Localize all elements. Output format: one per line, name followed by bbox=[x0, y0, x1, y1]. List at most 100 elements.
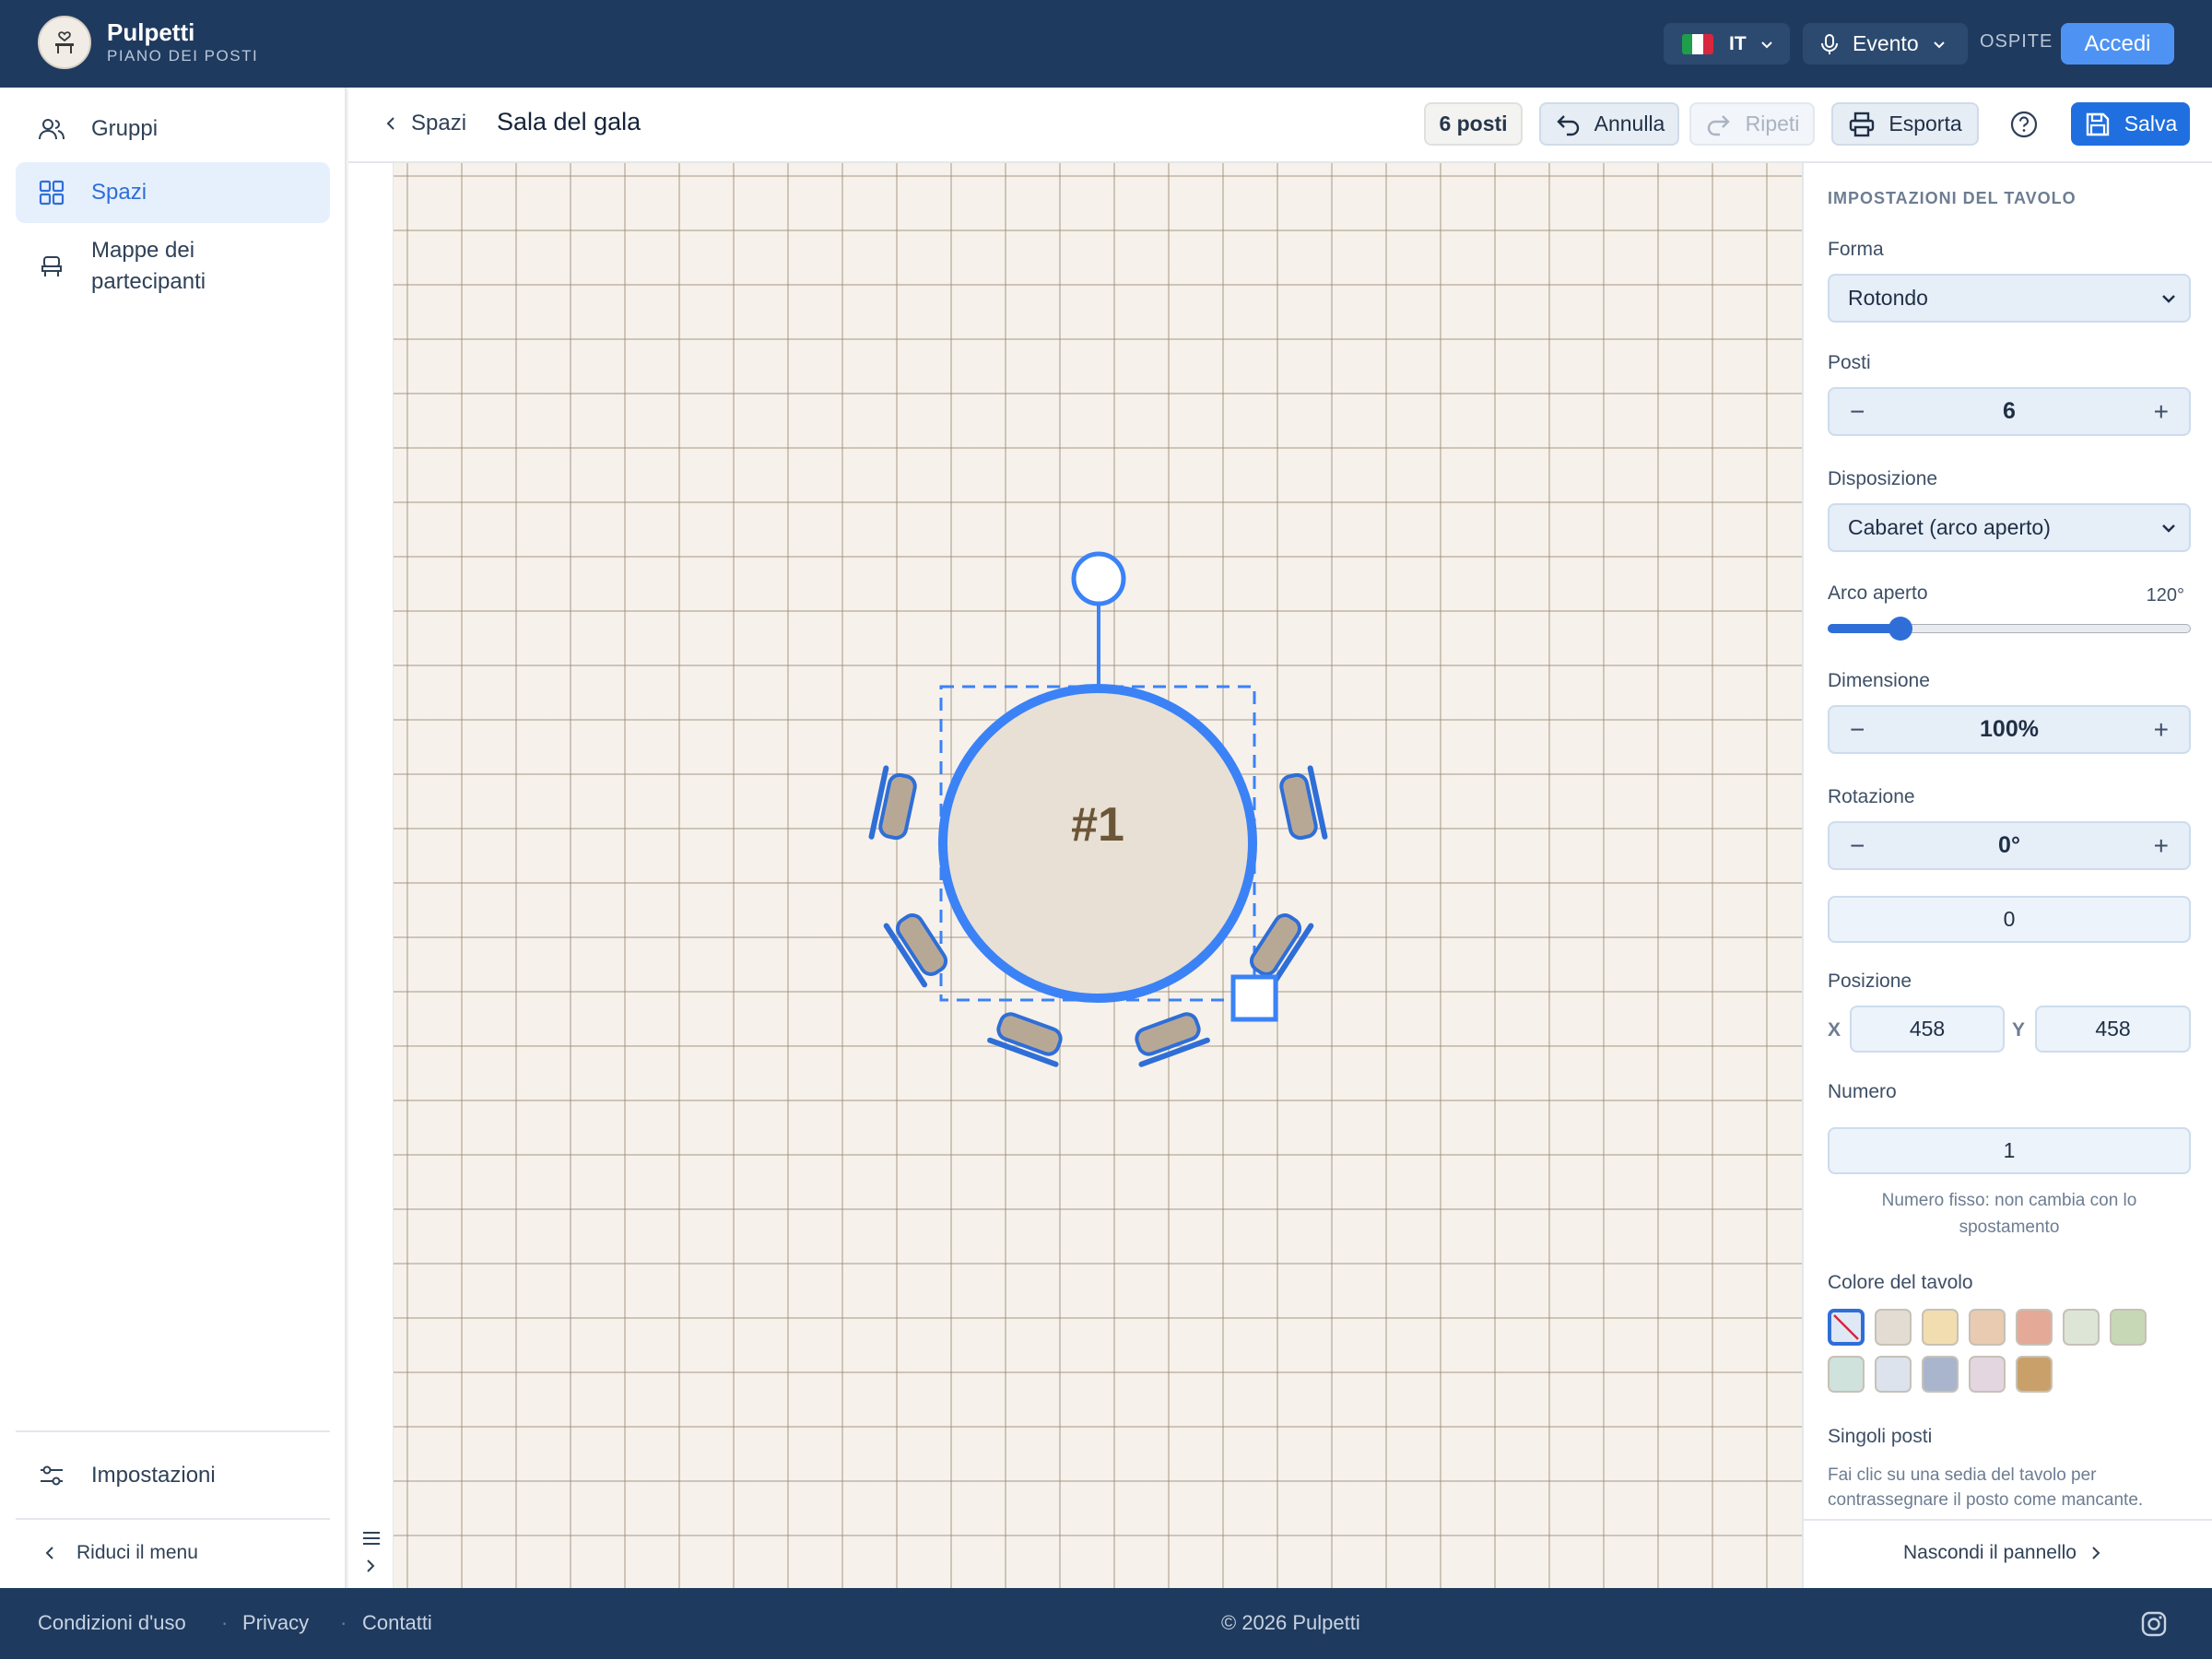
color-swatch[interactable] bbox=[2016, 1356, 2053, 1393]
chair[interactable] bbox=[1278, 765, 1328, 843]
brand[interactable]: Pulpetti PIANO DEI POSTI bbox=[38, 16, 258, 69]
chevron-left-icon bbox=[386, 117, 394, 130]
save-button[interactable]: Salva bbox=[2071, 102, 2190, 146]
size-stepper[interactable]: − 100% + bbox=[1828, 705, 2191, 754]
page-title: Sala del gala bbox=[497, 108, 641, 135]
sidebar: Gruppi Spazi Mappe dei partecipanti Impo… bbox=[0, 88, 347, 1588]
chair[interactable] bbox=[1131, 1010, 1210, 1067]
privacy-link[interactable]: Privacy bbox=[242, 1611, 309, 1635]
sidebar-item-gruppi[interactable]: Gruppi bbox=[16, 99, 330, 159]
undo-button[interactable]: Annulla bbox=[1539, 102, 1679, 146]
floor-plan-canvas[interactable]: #1 bbox=[394, 163, 1802, 1588]
position-label: Posizione bbox=[1828, 971, 1912, 992]
color-swatch[interactable] bbox=[1969, 1309, 2006, 1346]
printer-icon bbox=[1848, 111, 1876, 138]
guest-label: OSPITE bbox=[1980, 31, 2053, 52]
panel-heading: IMPOSTAZIONI DEL TAVOLO bbox=[1828, 189, 2077, 207]
breadcrumb-label: Spazi bbox=[411, 111, 467, 135]
hide-panel-button[interactable]: Nascondi il pannello bbox=[1903, 1542, 2102, 1564]
layout-label: Disposizione bbox=[1828, 468, 1938, 489]
minus-icon[interactable]: − bbox=[1850, 397, 1865, 427]
color-swatch[interactable] bbox=[1922, 1356, 1959, 1393]
resize-handle[interactable] bbox=[1230, 974, 1278, 1022]
shape-label: Forma bbox=[1828, 239, 1884, 260]
minus-icon[interactable]: − bbox=[1850, 831, 1865, 861]
chevron-left-icon bbox=[45, 1547, 53, 1559]
layout-select[interactable]: Cabaret (arco aperto) bbox=[1828, 503, 2191, 552]
sidebar-item-label: Gruppi bbox=[91, 116, 159, 141]
color-swatch[interactable] bbox=[2110, 1309, 2147, 1346]
users-icon bbox=[38, 115, 65, 143]
logo-icon bbox=[38, 16, 91, 69]
color-swatch[interactable] bbox=[1922, 1309, 1959, 1346]
toolbar: Spazi Sala del gala 6 posti Annulla Ripe… bbox=[348, 88, 2212, 163]
color-swatch[interactable] bbox=[1969, 1356, 2006, 1393]
language-selector[interactable]: IT bbox=[1664, 23, 1790, 65]
copyright: © 2026 Pulpetti bbox=[1221, 1611, 1360, 1634]
collapse-menu-button[interactable]: Riduci il menu bbox=[43, 1542, 198, 1564]
rotation-stepper[interactable]: − 0° + bbox=[1828, 821, 2191, 870]
color-swatch[interactable] bbox=[1828, 1309, 1865, 1346]
save-icon bbox=[2084, 111, 2112, 138]
rotation-input[interactable]: 0 bbox=[1828, 896, 2191, 943]
menu-icon[interactable] bbox=[361, 1529, 382, 1547]
y-input[interactable]: 458 bbox=[2035, 1006, 2191, 1053]
export-label: Esporta bbox=[1888, 112, 1962, 135]
redo-button[interactable]: Ripeti bbox=[1689, 102, 1815, 146]
seats-stepper[interactable]: − 6 + bbox=[1828, 387, 2191, 436]
app-name: Pulpetti bbox=[107, 18, 195, 46]
sidebar-item-spazi[interactable]: Spazi bbox=[16, 162, 330, 223]
number-input[interactable]: 1 bbox=[1828, 1127, 2191, 1174]
login-button[interactable]: Accedi bbox=[2061, 23, 2174, 65]
microphone-icon bbox=[1821, 33, 1838, 54]
chevron-down-icon bbox=[2162, 524, 2175, 533]
arc-slider[interactable] bbox=[1828, 617, 2191, 641]
size-value: 100% bbox=[1980, 716, 2039, 742]
divider bbox=[16, 1518, 330, 1520]
rotation-handle[interactable] bbox=[1071, 551, 1126, 606]
app-subtitle: PIANO DEI POSTI bbox=[107, 47, 259, 65]
color-swatch[interactable] bbox=[2016, 1309, 2053, 1346]
seats-section-label: Singoli posti bbox=[1828, 1426, 1933, 1447]
color-swatch[interactable] bbox=[1875, 1356, 1912, 1393]
canvas-left-strip bbox=[348, 163, 394, 1588]
seats-label: Posti bbox=[1828, 352, 1871, 373]
save-label: Salva bbox=[2124, 112, 2178, 135]
color-swatch[interactable] bbox=[1875, 1309, 1912, 1346]
x-input[interactable]: 458 bbox=[1850, 1006, 2005, 1053]
sidebar-item-label: Spazi bbox=[91, 180, 147, 205]
terms-link[interactable]: Condizioni d'uso bbox=[38, 1611, 186, 1635]
seats-section-hint: Fai clic su una sedia del tavolo per con… bbox=[1828, 1465, 2144, 1510]
plus-icon[interactable]: + bbox=[2154, 715, 2169, 745]
sidebar-item-label: Mappe dei partecipanti bbox=[91, 238, 206, 294]
plus-icon[interactable]: + bbox=[2154, 831, 2169, 861]
top-bar: Pulpetti PIANO DEI POSTI IT Evento OSPIT… bbox=[0, 0, 2212, 88]
number-label: Numero bbox=[1828, 1081, 1897, 1102]
chair[interactable] bbox=[987, 1010, 1066, 1067]
export-button[interactable]: Esporta bbox=[1831, 102, 1979, 146]
divider bbox=[16, 1430, 330, 1432]
instagram-icon[interactable] bbox=[2141, 1611, 2167, 1637]
slider-thumb[interactable] bbox=[1888, 617, 1912, 641]
italy-flag-icon bbox=[1682, 33, 1713, 54]
chevron-down-icon bbox=[2162, 294, 2175, 303]
breadcrumb-back[interactable]: Spazi bbox=[385, 111, 466, 136]
hide-panel-label: Nascondi il pannello bbox=[1903, 1542, 2077, 1563]
undo-label: Annulla bbox=[1594, 112, 1665, 135]
sidebar-item-mappe[interactable]: Mappe dei partecipanti bbox=[16, 228, 330, 305]
contacts-link[interactable]: Contatti bbox=[362, 1611, 432, 1635]
sidebar-item-settings[interactable]: Impostazioni bbox=[16, 1445, 330, 1506]
minus-icon[interactable]: − bbox=[1850, 715, 1865, 745]
chevron-right-icon[interactable] bbox=[364, 1557, 377, 1575]
color-swatch[interactable] bbox=[2063, 1309, 2100, 1346]
plus-icon[interactable]: + bbox=[2154, 397, 2169, 427]
chair[interactable] bbox=[868, 765, 918, 843]
shape-select[interactable]: Rotondo bbox=[1828, 274, 2191, 323]
color-swatch[interactable] bbox=[1828, 1356, 1865, 1393]
mode-label: Evento bbox=[1853, 31, 1919, 55]
help-button[interactable] bbox=[2003, 102, 2045, 146]
language-code: IT bbox=[1729, 32, 1747, 54]
table-number-label: #1 bbox=[1071, 798, 1124, 852]
y-label: Y bbox=[2012, 1019, 2026, 1041]
mode-selector[interactable]: Evento bbox=[1803, 23, 1968, 65]
